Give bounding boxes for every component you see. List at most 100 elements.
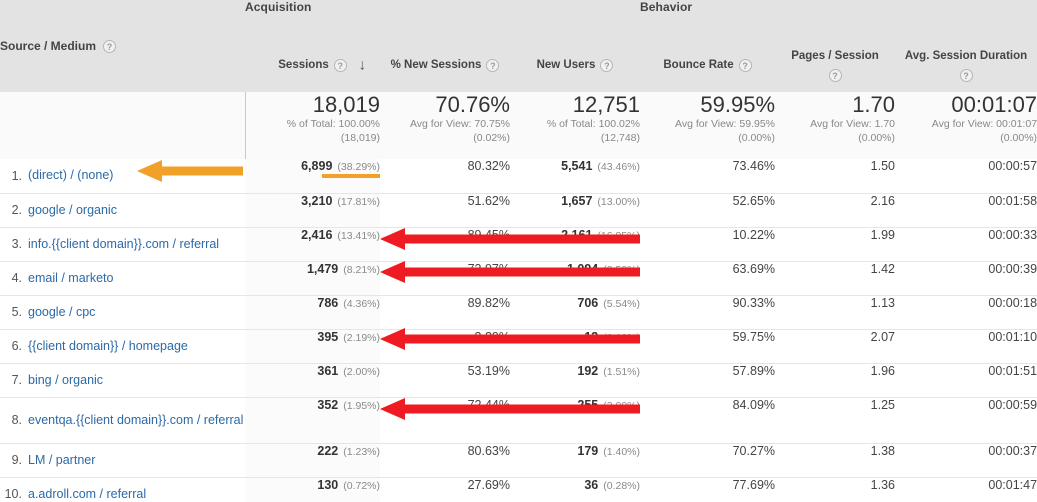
bounce-rate-value: 52.65%: [732, 193, 776, 208]
bounce-rate-value: 57.89%: [732, 363, 776, 378]
pages-session-value: 2.07: [870, 329, 896, 344]
row-source-cell: 8. eventqa.{{client domain}}.com / referr…: [0, 397, 245, 444]
sessions-value: 352: [317, 397, 339, 412]
bounce-rate-cell: 10.22%: [640, 227, 776, 262]
sessions-value: 130: [317, 477, 339, 492]
source-medium-link[interactable]: (direct) / (none): [28, 168, 113, 183]
new-users-cell: 13 (0.10%): [510, 329, 641, 364]
group-behavior-label: Behavior: [640, 0, 693, 14]
avg-session-duration-cell: 00:01:51: [895, 363, 1037, 398]
sessions-cell: 352 (1.95%): [245, 397, 380, 444]
column-header-new-users[interactable]: New Users ?: [510, 38, 641, 92]
new-sessions-cell: 51.62%: [380, 193, 510, 228]
help-icon[interactable]: ?: [333, 58, 347, 72]
sessions-cell: 6,899 (38.29%): [245, 159, 380, 194]
column-header-bounce-rate[interactable]: Bounce Rate ?: [640, 38, 776, 92]
sessions-percent: (17.81%): [337, 195, 380, 208]
summary-pages-session-line1: Avg for View: 1.70: [810, 118, 896, 130]
column-header-sessions[interactable]: Sessions ? ↓: [245, 38, 380, 92]
summary-avg-session-duration-value: 00:01:07: [951, 92, 1037, 117]
bounce-rate-value: 84.09%: [732, 397, 776, 412]
avg-session-duration-cell: 00:00:33: [895, 227, 1037, 262]
bounce-rate-value: 10.22%: [732, 227, 776, 242]
group-acquisition-label: Acquisition: [245, 0, 312, 14]
source-medium-link[interactable]: google / cpc: [28, 305, 95, 320]
summary-pages-session-value: 1.70: [852, 92, 896, 117]
bounce-rate-value: 63.69%: [732, 261, 776, 276]
help-icon[interactable]: ?: [959, 69, 973, 82]
pages-session-cell: 1.99: [775, 227, 896, 262]
table-row: 5. google / cpc 786 (4.36%) 89.82% 706 (5.54%)…: [0, 295, 1037, 330]
new-users-cell: 255 (2.00%): [510, 397, 641, 444]
summary-new-users-line2: (12,748): [600, 132, 641, 144]
new-users-percent: (16.95%): [597, 229, 641, 242]
source-medium-link[interactable]: a.adroll.com / referral: [28, 487, 146, 502]
avg-session-duration-cell: 00:01:58: [895, 193, 1037, 228]
new-users-value: 192: [577, 363, 599, 378]
sessions-value: 786: [317, 295, 339, 310]
pages-session-cell: 2.07: [775, 329, 896, 364]
new-sessions-value: 89.82%: [467, 295, 510, 310]
avg-session-duration-value: 00:00:33: [988, 227, 1037, 242]
pages-session-cell: 1.42: [775, 261, 896, 296]
sessions-highlight-underline: [322, 174, 380, 178]
sessions-value: 361: [317, 363, 339, 378]
summary-pages-session: 1.70 Avg for View: 1.70 (0.00%): [775, 92, 896, 159]
new-sessions-cell: 73.97%: [380, 261, 510, 296]
source-medium-link[interactable]: bing / organic: [28, 373, 103, 388]
help-icon[interactable]: ?: [738, 58, 752, 72]
summary-sessions-value: 18,019: [312, 92, 380, 117]
new-users-value: 2,161: [561, 227, 593, 242]
avg-session-duration-cell: 00:01:47: [895, 477, 1037, 502]
column-header-bounce-rate-label: Bounce Rate: [663, 59, 734, 71]
table-row: 7. bing / organic 361 (2.00%) 53.19% 192 (1.51…: [0, 363, 1037, 398]
new-sessions-cell: 53.19%: [380, 363, 510, 398]
data-table: Source / Medium ? Acquisition Behavior S…: [0, 0, 1037, 502]
avg-session-duration-value: 00:01:51: [988, 363, 1037, 378]
new-users-cell: 36 (0.28%): [510, 477, 641, 502]
column-header-pages-session[interactable]: Pages / Session ?: [775, 38, 896, 92]
pages-session-value: 1.96: [870, 363, 896, 378]
sessions-cell: 130 (0.72%): [245, 477, 380, 502]
summary-bounce-rate-line2: (0.00%): [738, 132, 776, 144]
row-index: 9.: [11, 453, 22, 467]
pages-session-cell: 1.25: [775, 397, 896, 444]
avg-session-duration-value: 00:00:18: [988, 295, 1037, 310]
column-header-avg-session-duration[interactable]: Avg. Session Duration ?: [895, 38, 1037, 92]
new-users-value: 1,657: [561, 193, 593, 208]
bounce-rate-value: 73.46%: [732, 159, 776, 173]
column-header-avg-session-duration-label: Avg. Session Duration: [904, 50, 1028, 62]
help-icon[interactable]: ?: [828, 69, 842, 82]
sort-descending-arrow[interactable]: ↓: [359, 58, 367, 73]
source-medium-header[interactable]: Source / Medium ?: [0, 0, 245, 92]
group-acquisition: Acquisition: [245, 0, 641, 38]
help-icon[interactable]: ?: [103, 39, 117, 53]
source-medium-link[interactable]: google / organic: [28, 203, 117, 218]
help-icon[interactable]: ?: [600, 58, 614, 72]
row-index: 8.: [11, 413, 22, 427]
group-header-row: Source / Medium ? Acquisition Behavior: [0, 0, 1037, 92]
new-users-cell: 2,161 (16.95%): [510, 227, 641, 262]
avg-session-duration-value: 00:00:37: [988, 443, 1037, 458]
avg-session-duration-cell: 00:00:37: [895, 443, 1037, 478]
new-sessions-value: 80.32%: [467, 159, 510, 173]
avg-session-duration-value: 00:01:58: [988, 193, 1037, 208]
source-medium-link[interactable]: {{client domain}} / homepage: [28, 339, 188, 354]
help-icon[interactable]: ?: [486, 58, 500, 72]
source-medium-link[interactable]: eventqa.{{client domain}}.com / referral: [28, 413, 243, 428]
new-users-percent: (0.10%): [603, 331, 641, 344]
new-sessions-value: 53.19%: [467, 363, 510, 378]
source-medium-link[interactable]: email / marketo: [28, 271, 113, 286]
avg-session-duration-value: 00:01:47: [988, 477, 1037, 492]
sessions-percent: (8.21%): [343, 263, 380, 276]
source-medium-link[interactable]: info.{{client domain}}.com / referral: [28, 237, 219, 252]
sessions-percent: (0.72%): [343, 479, 380, 492]
table-row: 3. info.{{client domain}}.com / referral 2…: [0, 227, 1037, 262]
summary-avg-session-duration-line1: Avg for View: 00:01:07: [931, 118, 1037, 130]
column-header-new-users-label: New Users: [536, 59, 596, 71]
source-medium-link[interactable]: LM / partner: [28, 453, 95, 468]
new-sessions-cell: 80.32%: [380, 159, 510, 194]
column-header-new-sessions[interactable]: % New Sessions ?: [380, 38, 510, 92]
row-source-cell: 7. bing / organic: [0, 363, 245, 398]
pages-session-value: 1.50: [870, 159, 896, 173]
